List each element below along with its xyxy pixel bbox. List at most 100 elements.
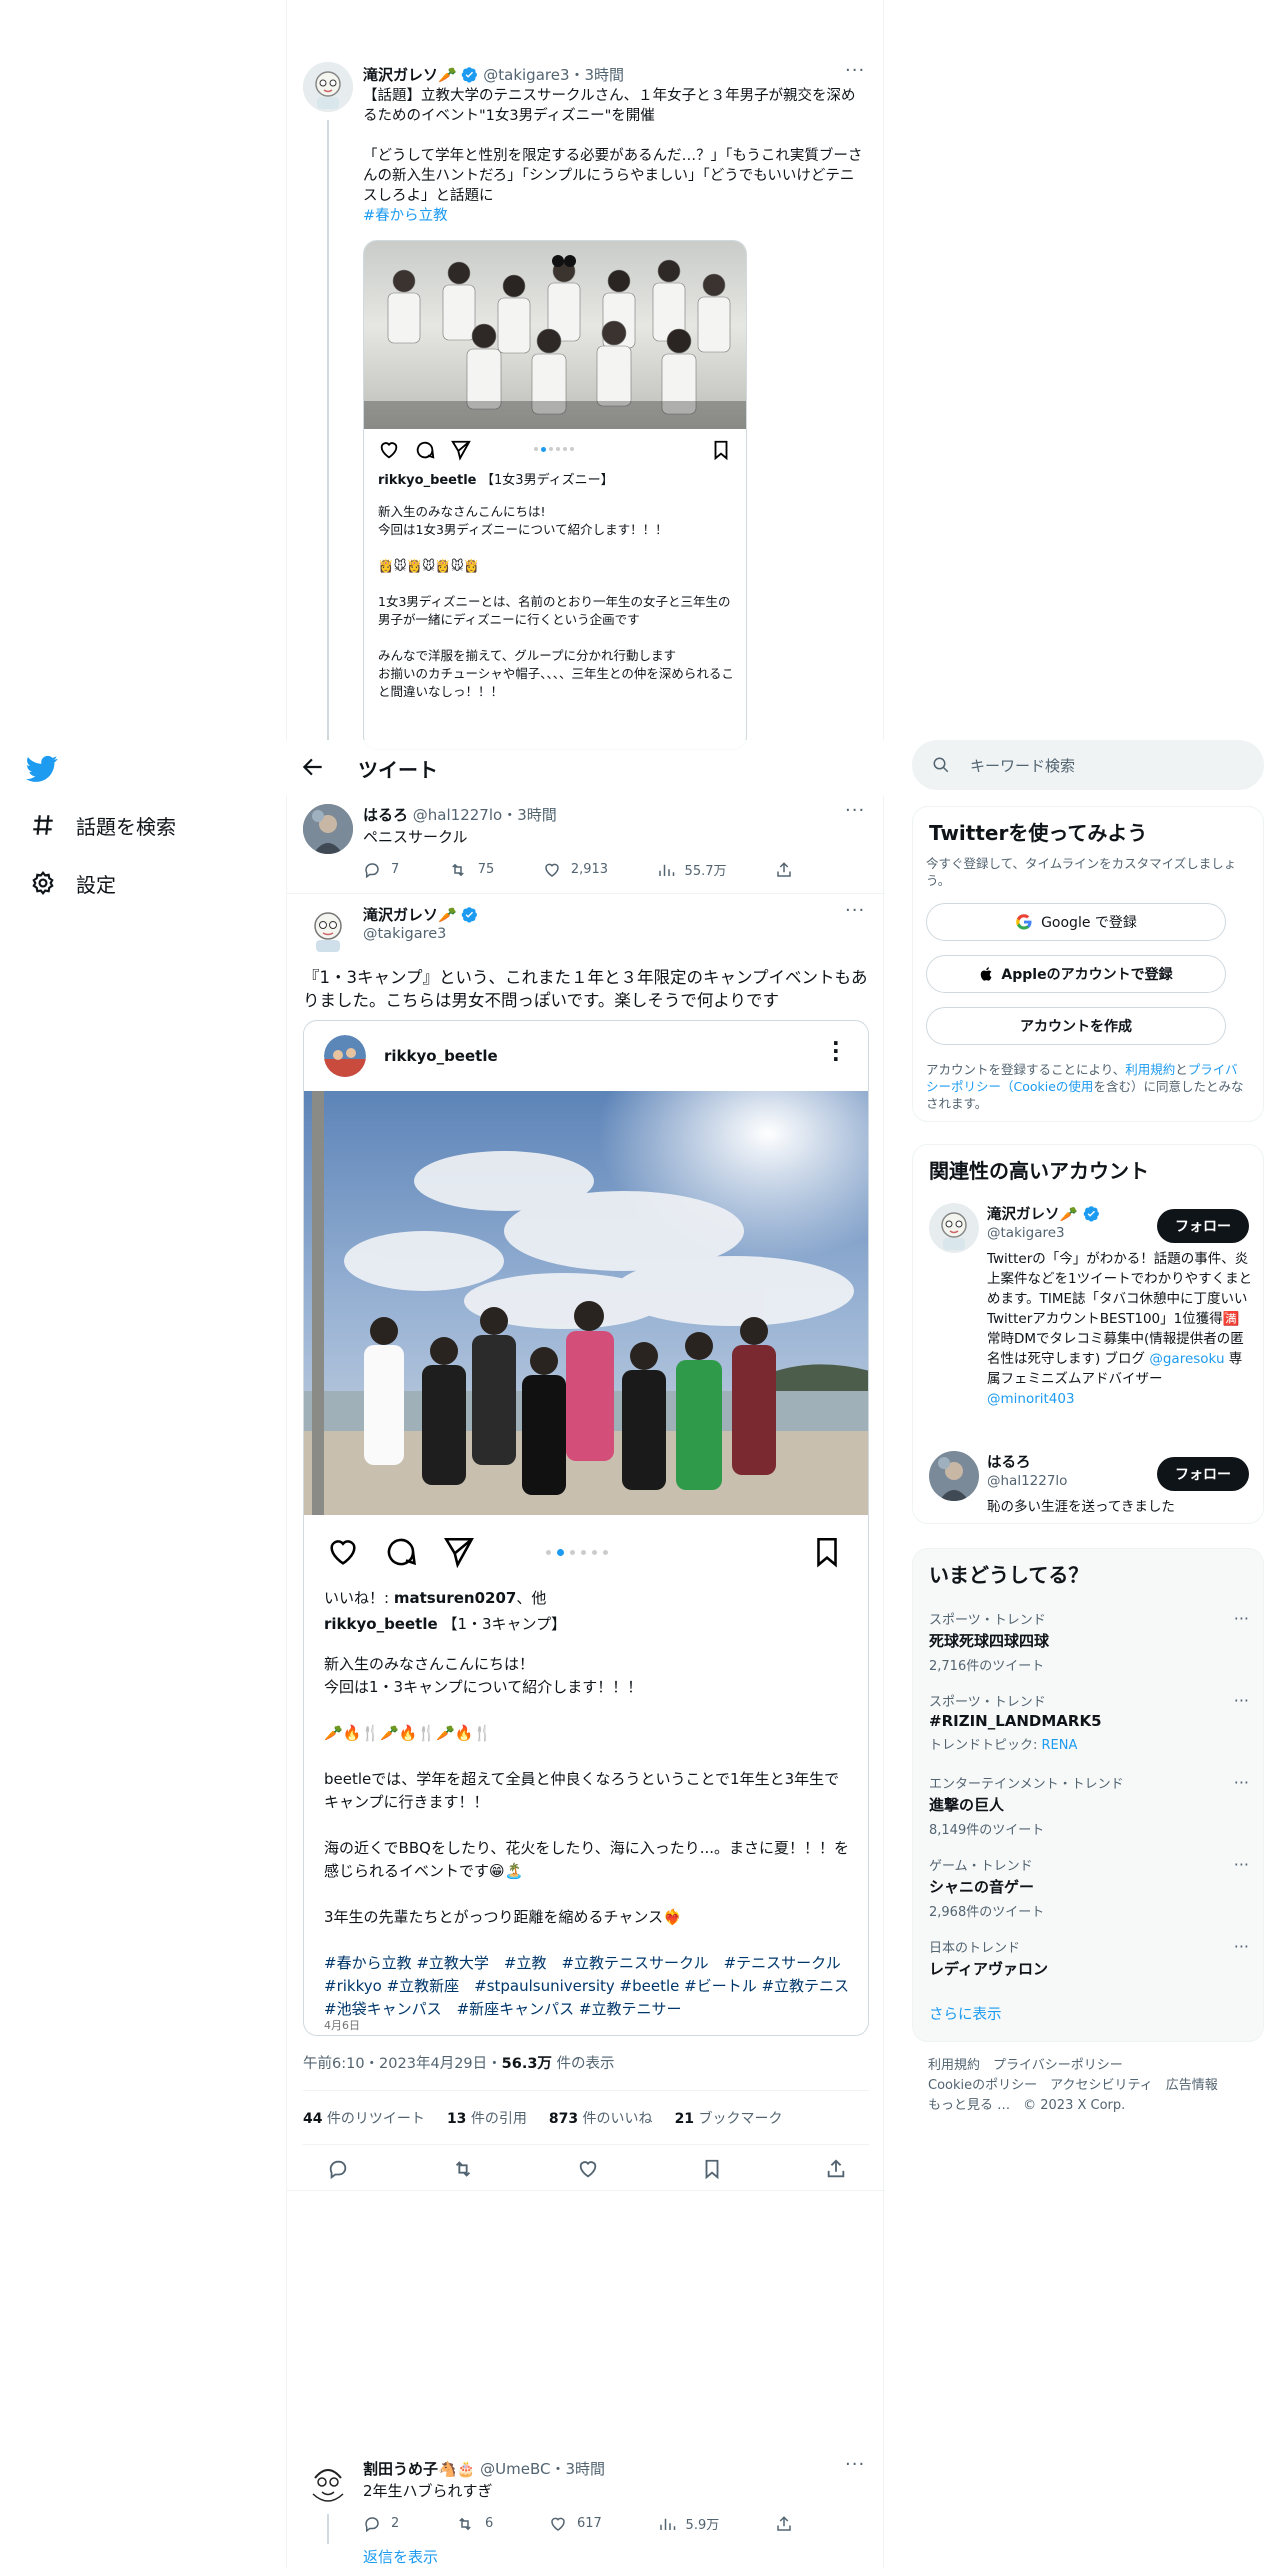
bookmark-icon[interactable] xyxy=(810,1535,844,1569)
share-icon[interactable] xyxy=(825,2158,847,2180)
show-more-link[interactable]: さらに表示 xyxy=(929,2003,1002,2024)
prev-tweet[interactable]: 滝沢ガレソ🥕 @takigare3・3時間 ··· 【話題】立教大学のテニスサー… xyxy=(287,50,885,750)
embed-caption-header: rikkyo_beetle 【1女3男ディズニー】 xyxy=(378,473,614,488)
more-options-icon[interactable]: ··· xyxy=(1234,1855,1249,1874)
trend-item[interactable]: スポーツ・トレンド 死球死球四球四球 2,716件のツイート ··· xyxy=(929,1609,1249,1674)
more-options-icon[interactable]: ··· xyxy=(845,2454,865,2475)
reply-button[interactable]: 2 xyxy=(363,2514,399,2533)
tweet-time[interactable]: 3時間 xyxy=(565,2460,605,2478)
reply-icon[interactable] xyxy=(327,2158,349,2180)
heart-icon[interactable] xyxy=(577,2158,599,2180)
avatar[interactable] xyxy=(303,904,353,954)
retweet-icon xyxy=(459,2517,471,2530)
stat-retweets[interactable]: 44 件のリツイート xyxy=(303,2108,425,2128)
follow-button[interactable]: フォロー xyxy=(1157,1209,1249,1243)
trend-item[interactable]: スポーツ・トレンド #RIZIN_LANDMARK5 トレンドトピック: REN… xyxy=(929,1691,1249,1753)
account-handle[interactable]: @takigare3 xyxy=(987,1225,1065,1241)
create-account-button[interactable]: アカウントを作成 xyxy=(926,1007,1226,1045)
comment-icon[interactable] xyxy=(384,1535,418,1569)
share-button[interactable] xyxy=(775,2514,803,2533)
like-button[interactable]: 617 xyxy=(549,2514,602,2533)
share-button[interactable] xyxy=(775,860,803,879)
search-input[interactable]: キーワード検索 xyxy=(912,740,1264,790)
google-signup-button[interactable]: Google で登録 xyxy=(926,903,1226,941)
retweet-icon[interactable] xyxy=(451,2158,475,2180)
reply-tweet[interactable]: はるろ @hal1227lo・3時間 ··· ペニスサークル 7 75 2,91… xyxy=(287,796,885,894)
ig-avatar[interactable] xyxy=(324,1035,366,1077)
tweet-timestamp[interactable]: 午前6:10・2023年4月29日・ xyxy=(303,2056,502,2072)
stat-bookmarks[interactable]: 21 ブックマーク xyxy=(675,2108,783,2128)
account-handle[interactable]: @hal1227lo xyxy=(987,1473,1067,1489)
author-name[interactable]: はるろ xyxy=(363,806,408,824)
heart-icon[interactable] xyxy=(378,439,400,461)
share-icon[interactable] xyxy=(450,439,472,461)
trend-item[interactable]: エンターテインメント・トレンド 進撃の巨人 8,149件のツイート ··· xyxy=(929,1773,1249,1838)
account-name[interactable]: はるろ xyxy=(987,1451,1031,1472)
apple-signup-button[interactable]: Appleのアカウントで登録 xyxy=(926,955,1226,993)
heart-icon[interactable] xyxy=(326,1535,360,1569)
views-button[interactable]: 55.7万 xyxy=(657,860,727,879)
embed-caption: 新入生のみなさんこんにちは! 今回は1女3男ディズニーについて紹介します！！！ … xyxy=(378,504,734,699)
stat-quotes[interactable]: 13 件の引用 xyxy=(447,2108,527,2128)
tweet-time[interactable]: 3時間 xyxy=(585,66,625,84)
twitter-logo-icon[interactable] xyxy=(25,752,62,788)
more-options-icon[interactable]: ··· xyxy=(1234,1937,1249,1956)
reply-button[interactable]: 7 xyxy=(363,860,399,879)
retweet-button[interactable]: 6 xyxy=(455,2514,493,2533)
more-options-icon[interactable]: ··· xyxy=(1234,1773,1249,1792)
tweet-actions: 2 6 617 5.9万 xyxy=(363,2514,803,2533)
avatar[interactable] xyxy=(303,62,353,112)
nav-explore[interactable]: 話題を検索 xyxy=(28,810,176,840)
tweet-time[interactable]: 3時間 xyxy=(517,806,557,824)
instagram-embed[interactable]: rikkyo_beetle 【1女3男ディズニー】 新入生のみなさんこんにちは!… xyxy=(363,240,747,750)
more-options-icon[interactable]: ··· xyxy=(1234,1609,1249,1628)
author-handle[interactable]: @takigare3 xyxy=(363,926,446,942)
author-handle[interactable]: @hal1227lo xyxy=(413,806,502,824)
share-icon xyxy=(777,2515,791,2531)
bottom-tweet[interactable]: 割田うめ子🐴🎂 @UmeBC・3時間 ··· 2年生ハブられすぎ 2 6 617… xyxy=(287,2450,885,2568)
author-handle[interactable]: @takigare3 xyxy=(483,66,569,84)
nav-explore-label: 話題を検索 xyxy=(76,814,176,839)
bookmark-icon[interactable] xyxy=(710,439,732,461)
ig-username[interactable]: rikkyo_beetle xyxy=(384,1047,498,1065)
more-options-icon[interactable]: ··· xyxy=(845,800,865,821)
share-icon[interactable] xyxy=(442,1535,476,1569)
follow-button[interactable]: フォロー xyxy=(1157,1457,1249,1491)
arrow-left-icon[interactable] xyxy=(300,754,326,784)
retweet-icon xyxy=(452,863,464,876)
terms-link[interactable]: 利用規約 xyxy=(1125,1062,1175,1077)
author-name[interactable]: 滝沢ガレソ🥕 xyxy=(363,66,457,84)
like-button[interactable]: 2,913 xyxy=(543,860,608,879)
views-button[interactable]: 5.9万 xyxy=(658,2514,719,2533)
more-options-icon[interactable]: ··· xyxy=(845,60,865,81)
embed-photo xyxy=(364,241,746,429)
avatar[interactable] xyxy=(303,2458,353,2508)
hashtag-link[interactable]: #春から立教 xyxy=(363,206,863,226)
nav-settings[interactable]: 設定 xyxy=(28,868,116,898)
trend-item[interactable]: ゲーム・トレンド シャニの音ゲー 2,968件のツイート ··· xyxy=(929,1855,1249,1920)
avatar[interactable] xyxy=(929,1203,979,1253)
bookmark-icon[interactable] xyxy=(701,2158,723,2180)
ig-hashtags[interactable]: #春から立教 #立教大学 #立教 #立教テニスサークル #テニスサークル #ri… xyxy=(324,1952,864,2021)
author-name[interactable]: 割田うめ子🐴🎂 xyxy=(363,2460,475,2478)
show-replies-link[interactable]: 返信を表示 xyxy=(363,2546,438,2567)
main-tweet-author: 滝沢ガレソ🥕 xyxy=(363,904,478,925)
more-options-icon[interactable]: ··· xyxy=(845,900,865,921)
carousel-dots xyxy=(546,1549,608,1556)
stat-likes[interactable]: 873 件のいいね xyxy=(549,2108,653,2128)
tweet-meta: 午前6:10・2023年4月29日・56.3万 件の表示 xyxy=(303,2056,615,2072)
avatar[interactable] xyxy=(303,804,353,854)
avatar[interactable] xyxy=(929,1451,979,1501)
account-name[interactable]: 滝沢ガレソ🥕 xyxy=(987,1203,1100,1224)
views-icon xyxy=(659,2518,675,2530)
ig-more-icon[interactable]: · · · xyxy=(832,1033,840,1069)
author-handle[interactable]: @UmeBC xyxy=(480,2460,550,2478)
more-options-icon[interactable]: ··· xyxy=(1234,1691,1249,1710)
embed-caption-header: rikkyo_beetle 【1・3キャンプ】 xyxy=(324,1615,567,1633)
trend-item[interactable]: 日本のトレンド レディアヴァロン ··· xyxy=(929,1937,1249,1979)
divider xyxy=(303,2090,869,2091)
instagram-embed[interactable]: rikkyo_beetle · · · いいね！: matsuren0207、他… xyxy=(303,1020,869,2036)
author-name[interactable]: 滝沢ガレソ🥕 xyxy=(363,906,457,924)
comment-icon[interactable] xyxy=(414,439,436,461)
retweet-button[interactable]: 75 xyxy=(448,860,494,879)
